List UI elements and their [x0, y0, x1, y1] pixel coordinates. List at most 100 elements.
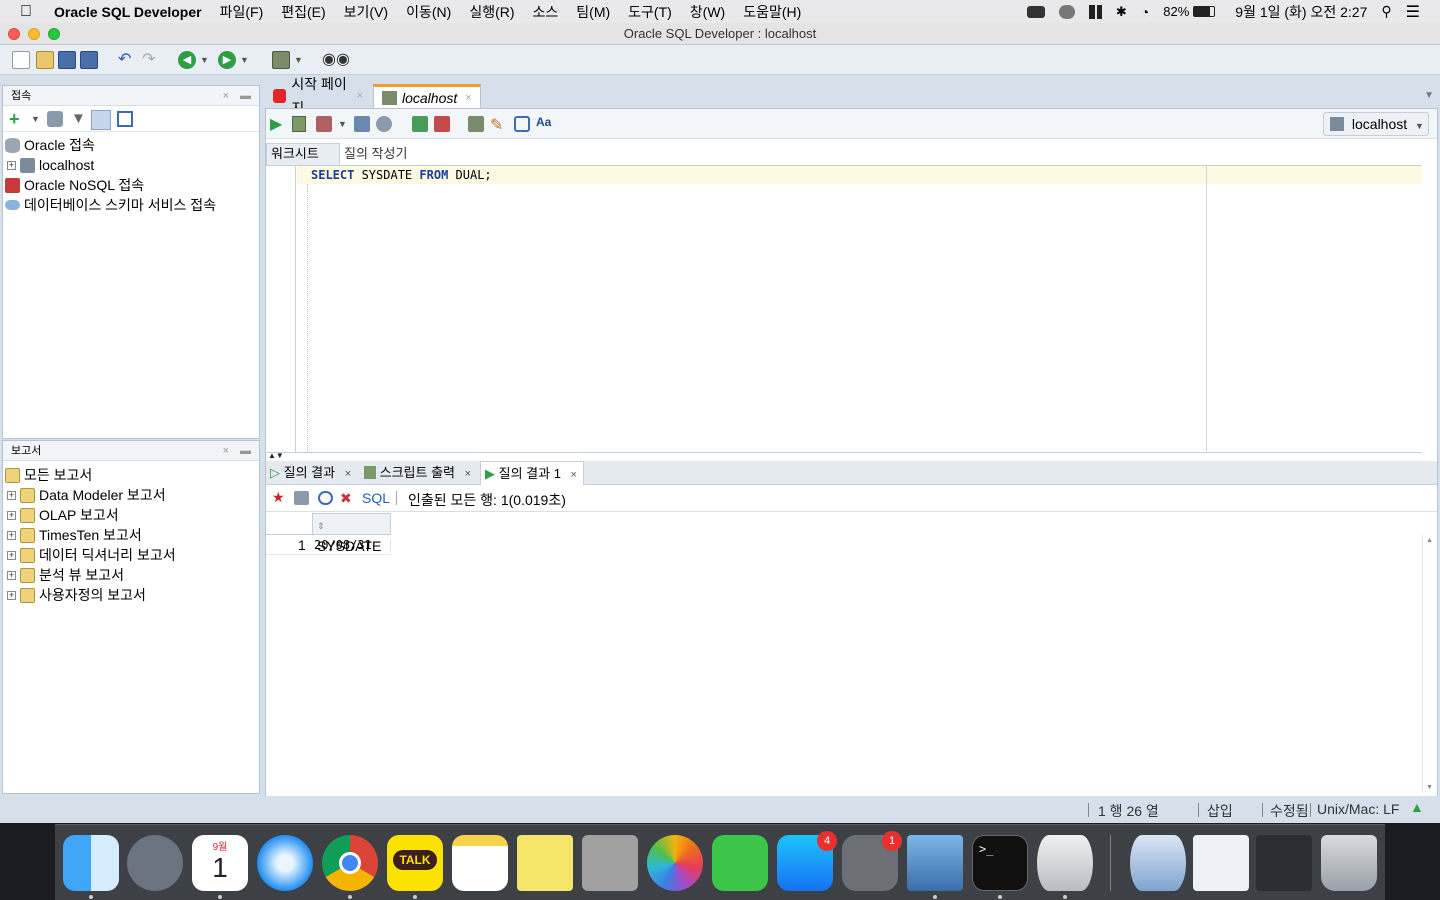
minimize-button[interactable]: [28, 28, 40, 40]
menu-window[interactable]: 창(W): [690, 2, 725, 22]
menu-view[interactable]: 보기(V): [344, 2, 388, 22]
tab-query-result-1[interactable]: ▶ 질의 결과 1 ×: [480, 461, 584, 485]
expand-icon[interactable]: +: [7, 510, 16, 520]
search-icon[interactable]: ⚲: [1381, 3, 1391, 20]
close-button[interactable]: [8, 28, 20, 40]
tree-item-localhost[interactable]: + localhost: [7, 155, 94, 175]
tab-close-icon[interactable]: ×: [345, 468, 351, 480]
document-safari-icon[interactable]: [1193, 835, 1249, 891]
sql-tuning-icon[interactable]: [376, 116, 392, 132]
column-header-sysdate[interactable]: ⇕ SYSDATE: [312, 513, 391, 554]
launchpad-icon[interactable]: [127, 835, 183, 891]
tab-script-output[interactable]: 스크립트 출력 ×: [364, 463, 471, 484]
tree-item-oracle-connections[interactable]: Oracle 접속: [5, 135, 95, 155]
commit-icon[interactable]: [412, 116, 428, 132]
trash-icon[interactable]: [1321, 835, 1377, 891]
expand-icon[interactable]: +: [7, 160, 16, 170]
facetime-icon[interactable]: [712, 835, 768, 891]
safari-icon[interactable]: [257, 835, 313, 891]
menu-source[interactable]: 소스: [533, 2, 559, 22]
db-copy-icon[interactable]: [117, 111, 133, 127]
tree-item-timesten-reports[interactable]: + TimesTen 보고서: [7, 525, 142, 545]
refresh-icon[interactable]: [47, 111, 63, 127]
expand-icon[interactable]: +: [7, 550, 16, 560]
menu-help[interactable]: 도움말(H): [743, 2, 801, 22]
tree-item-user-defined-reports[interactable]: + 사용자정의 보고서: [7, 585, 146, 605]
sql-link[interactable]: SQL: [362, 490, 390, 506]
notes-icon[interactable]: [452, 835, 508, 891]
sql-worksheet-icon[interactable]: [272, 51, 290, 69]
run-statement-icon[interactable]: ▶: [270, 114, 282, 134]
screenshot-thumbnail-icon[interactable]: [1256, 835, 1312, 891]
tab-localhost[interactable]: localhost ×: [373, 84, 481, 108]
layout-icon[interactable]: [1088, 4, 1102, 19]
tree-item-all-reports[interactable]: 모든 보고서: [5, 465, 92, 485]
menu-edit[interactable]: 편집(E): [281, 2, 325, 22]
back-icon[interactable]: ◀: [178, 51, 196, 69]
autotrace-dropdown-icon[interactable]: ▼: [338, 119, 347, 129]
connection-selector[interactable]: localhost ▼: [1323, 112, 1429, 136]
splitter-handle[interactable]: ▲▼: [268, 451, 284, 460]
expand-icon[interactable]: +: [7, 570, 16, 580]
explain-plan-icon[interactable]: [354, 116, 370, 132]
pin-icon[interactable]: ★: [272, 489, 285, 506]
vertical-scrollbar[interactable]: ▲ ▼: [1422, 535, 1436, 793]
tree-item-olap-reports[interactable]: + OLAP 보고서: [7, 505, 119, 525]
wifi-icon[interactable]: ◔: [1141, 4, 1149, 20]
sql-history-icon[interactable]: [514, 116, 530, 132]
filter-icon[interactable]: ▼: [71, 110, 86, 127]
tab-close-icon[interactable]: ×: [357, 84, 363, 108]
menu-file[interactable]: 파일(F): [220, 2, 264, 22]
sql-worksheet-dropdown-icon[interactable]: ▼: [294, 51, 304, 69]
scroll-down-icon[interactable]: ▼: [1426, 784, 1433, 791]
bluetooth-icon[interactable]: ✱: [1116, 4, 1127, 20]
tab-close-icon[interactable]: ×: [465, 468, 471, 480]
clock[interactable]: 9월 1일 (화) 오전 2:27: [1235, 2, 1367, 22]
tree-item-data-dictionary-reports[interactable]: + 데이터 딕셔너리 보고서: [7, 545, 176, 565]
clear-icon[interactable]: ✎: [490, 115, 503, 135]
autotrace-icon[interactable]: [316, 116, 332, 132]
unshared-sql-icon[interactable]: [468, 116, 484, 132]
app-menu[interactable]: Oracle SQL Developer: [54, 4, 202, 20]
preview-icon[interactable]: [907, 835, 963, 891]
rollback-icon[interactable]: [434, 116, 450, 132]
save-icon[interactable]: [58, 51, 76, 69]
expand-icon[interactable]: +: [7, 530, 16, 540]
expand-icon[interactable]: +: [7, 490, 16, 500]
photos-icon[interactable]: [647, 835, 703, 891]
menu-team[interactable]: 팀(M): [576, 2, 610, 22]
sql-developer-icon[interactable]: [1037, 835, 1093, 891]
cancel-icon[interactable]: ✖: [340, 490, 352, 507]
sql-editor[interactable]: SELECT SYSDATE FROM DUAL;: [266, 165, 1422, 453]
menu-tools[interactable]: 도구(T): [628, 2, 672, 22]
tab-close-icon[interactable]: ×: [571, 469, 577, 481]
pane-minimize-icon[interactable]: ▬: [240, 441, 251, 461]
pane-minimize-icon[interactable]: ▬: [240, 86, 251, 106]
terminal-icon[interactable]: >_: [972, 835, 1028, 891]
redo-icon[interactable]: ↷: [142, 51, 160, 69]
cell-sysdate[interactable]: 20/08/31: [312, 538, 391, 552]
tree-item-data-modeler-reports[interactable]: + Data Modeler 보고서: [7, 485, 166, 505]
menu-run[interactable]: 실행(R): [469, 2, 514, 22]
calendar-icon[interactable]: 9월 1: [192, 835, 248, 891]
finder-icon[interactable]: [63, 835, 119, 891]
tree-item-nosql-connections[interactable]: Oracle NoSQL 접속: [5, 175, 144, 195]
system-preferences-icon[interactable]: 1: [842, 831, 902, 891]
tab-query-result[interactable]: ▷ 질의 결과 ×: [270, 463, 351, 484]
stickies-icon[interactable]: [517, 835, 573, 891]
calculator-icon[interactable]: [582, 835, 638, 891]
expand-icon[interactable]: +: [7, 590, 16, 600]
undo-icon[interactable]: ↶: [118, 51, 136, 69]
add-connection-icon[interactable]: +: [9, 109, 20, 130]
battery-icon[interactable]: [1193, 6, 1216, 17]
find-db-object-icon[interactable]: ◉◉: [322, 51, 350, 69]
tree-item-analytic-view-reports[interactable]: + 분석 뷰 보고서: [7, 565, 124, 585]
zoom-button[interactable]: [48, 28, 60, 40]
chat-icon[interactable]: [1058, 4, 1075, 19]
schema-browser-icon[interactable]: [91, 110, 111, 130]
tab-start-page[interactable]: 시작 페이지 ×: [265, 76, 371, 116]
forward-dropdown-icon[interactable]: ▼: [240, 51, 250, 69]
sql-developer-download-icon[interactable]: [1130, 835, 1186, 891]
new-file-icon[interactable]: [12, 51, 30, 69]
menu-navigate[interactable]: 이동(N): [406, 2, 451, 22]
